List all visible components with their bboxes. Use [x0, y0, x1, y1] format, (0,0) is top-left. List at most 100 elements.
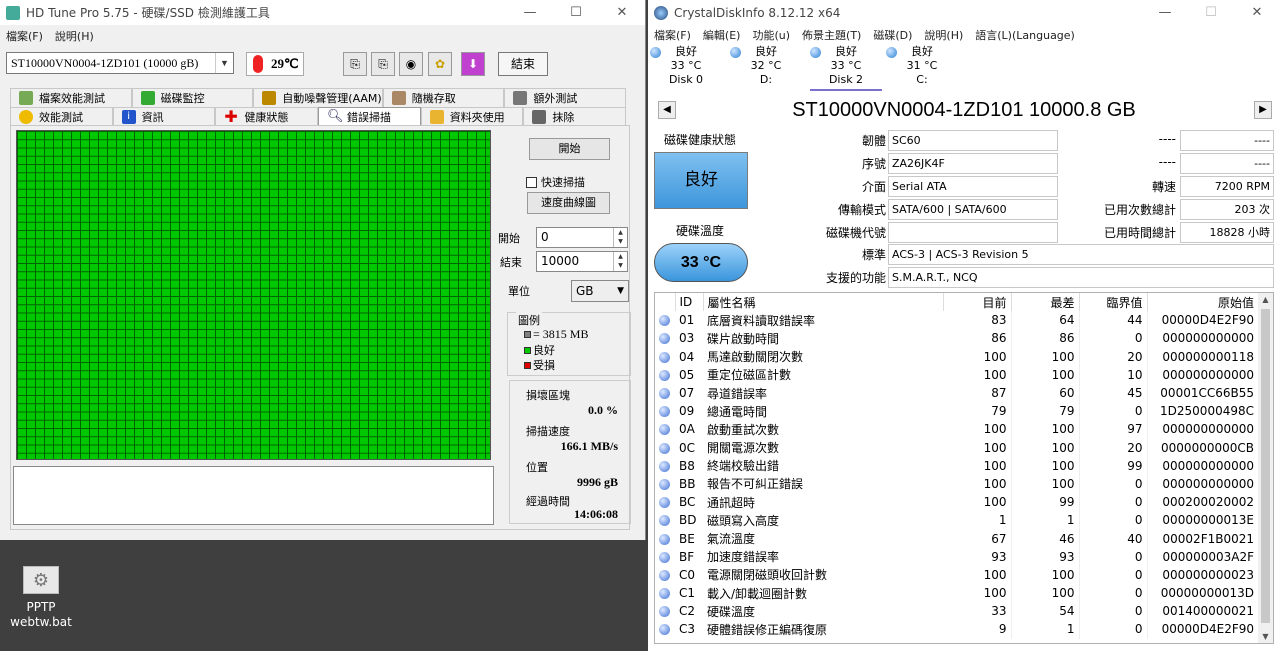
- maximize-button[interactable]: ☐: [1188, 0, 1234, 25]
- disk-tab-2[interactable]: 良好 33 °C Disk 2: [810, 45, 882, 91]
- maximize-button[interactable]: ☐: [553, 0, 599, 25]
- quick-scan-checkbox[interactable]: 快速掃描: [526, 174, 585, 190]
- smart-threshold: 45: [1079, 383, 1148, 403]
- tab-health[interactable]: ✚ 健康狀態: [215, 107, 319, 126]
- tab-benchmark[interactable]: 效能測試: [10, 107, 113, 126]
- column-header[interactable]: ID: [675, 293, 704, 312]
- disk-tab-3[interactable]: 良好 31 °C C:: [886, 45, 958, 91]
- column-header[interactable]: 臨界值: [1079, 293, 1148, 312]
- smart-table-panel: ID 屬性名稱 目前 最差 臨界值 原始值 01 底層資料讀取錯誤率 83 64 44 0…: [654, 292, 1274, 644]
- smart-status-cell: [655, 366, 675, 384]
- column-header[interactable]: 最差: [1011, 293, 1080, 312]
- smart-row[interactable]: B8 終端校驗出錯 100 100 99 000000000000: [655, 456, 1259, 475]
- smart-row[interactable]: 0A 啟動重試次數 100 100 97 000000000000: [655, 420, 1259, 439]
- smart-raw: 000000000118: [1147, 347, 1259, 366]
- tab-aam[interactable]: 自動噪聲管理(AAM): [253, 88, 383, 107]
- smart-row[interactable]: 04 馬達啟動關閉次數 100 100 20 000000000118: [655, 347, 1259, 366]
- prev-disk-button[interactable]: ◀: [658, 101, 676, 119]
- menu-theme[interactable]: 佈景主題(T): [796, 27, 867, 43]
- smart-worst: 100: [1011, 565, 1080, 584]
- drive-select[interactable]: ST10000VN0004-1ZD101 (10000 gB) ▼: [6, 52, 234, 74]
- status-column-header[interactable]: [655, 293, 676, 312]
- smart-row[interactable]: 05 重定位磁區計數 100 100 10 000000000000: [655, 365, 1259, 384]
- close-button[interactable]: ✕: [599, 0, 645, 25]
- tab-file-benchmark[interactable]: 檔案效能測試: [10, 88, 132, 107]
- menu-help[interactable]: 說明(H): [918, 27, 969, 43]
- smart-row[interactable]: BF 加速度錯誤率 93 93 0 000000003A2F: [655, 547, 1259, 566]
- copy-all-button[interactable]: ⎘: [371, 52, 395, 76]
- hdtune-window: HD Tune Pro 5.75 - 硬碟/SSD 檢測維護工具 — ☐ ✕ 檔…: [0, 0, 646, 540]
- thermometer-icon: [253, 55, 263, 73]
- hdtune-titlebar[interactable]: HD Tune Pro 5.75 - 硬碟/SSD 檢測維護工具 — ☐ ✕: [0, 0, 645, 25]
- menu-edit[interactable]: 編輯(E): [697, 27, 747, 43]
- smart-row[interactable]: 07 尋道錯誤率 87 60 45 00001CC66B55: [655, 383, 1259, 403]
- column-header[interactable]: 原始值: [1147, 293, 1259, 312]
- tab-disk-monitor[interactable]: 磁碟監控: [131, 88, 254, 107]
- menu-disk[interactable]: 磁碟(D): [867, 27, 918, 43]
- scroll-down-icon[interactable]: ▼: [1258, 632, 1273, 641]
- speaker-icon: [262, 91, 277, 105]
- desktop-icon-pptp[interactable]: ⚙ PPTP webtw.bat: [8, 566, 74, 630]
- tab-folder-usage[interactable]: 資料夾使用: [420, 107, 524, 126]
- smart-row[interactable]: BC 通訊超時 100 99 0 000200020002: [655, 493, 1259, 512]
- copy-text-button[interactable]: ⎘: [343, 52, 367, 76]
- scroll-thumb[interactable]: [1261, 309, 1270, 623]
- disk-temp: 33 °C: [830, 59, 862, 72]
- menu-file[interactable]: 檔案(F): [648, 27, 697, 43]
- menu-file[interactable]: 檔案(F): [0, 28, 49, 44]
- smart-raw: 0000000000CB: [1147, 438, 1259, 457]
- smart-id: 0C: [679, 440, 696, 455]
- column-header[interactable]: 屬性名稱: [703, 293, 944, 312]
- smart-row[interactable]: 0C 開關電源次數 100 100 20 0000000000CB: [655, 438, 1259, 457]
- start-scan-button[interactable]: 開始: [529, 138, 610, 160]
- next-disk-button[interactable]: ▶: [1254, 101, 1272, 119]
- smart-row[interactable]: BB 報告不可糾正錯誤 100 100 0 000000000000: [655, 474, 1259, 494]
- smart-row[interactable]: C3 硬體錯誤修正編碼復原 9 1 0 00000D4E2F90: [655, 620, 1259, 639]
- end-input[interactable]: 10000 ▲ ▼: [536, 251, 628, 272]
- minimize-button[interactable]: —: [507, 0, 553, 25]
- spinner-arrows-icon[interactable]: ▲ ▼: [613, 228, 627, 247]
- column-header[interactable]: 目前: [943, 293, 1012, 312]
- minimize-button[interactable]: —: [1142, 0, 1188, 25]
- smart-row[interactable]: C0 電源關閉磁頭收回計數 100 100 0 000000000023: [655, 565, 1259, 584]
- smart-row[interactable]: 09 總通電時間 79 79 0 1D250000498C: [655, 402, 1259, 421]
- lightbulb-icon: [19, 110, 33, 124]
- menu-language[interactable]: 語言(L)(Language): [969, 27, 1081, 43]
- smart-row[interactable]: C2 硬碟溫度 33 54 0 001400000021: [655, 602, 1259, 621]
- save-button[interactable]: ⬇: [461, 52, 485, 76]
- tab-extra-tests[interactable]: 額外測試: [504, 88, 626, 107]
- spinner-arrows-icon[interactable]: ▲ ▼: [613, 252, 627, 271]
- speed-curve-button[interactable]: 速度曲線圖: [527, 192, 610, 214]
- tab-erase[interactable]: 抹除: [523, 107, 627, 126]
- smart-attribute-name: 硬體錯誤修正編碼復原: [707, 622, 828, 637]
- smart-worst: 100: [1011, 456, 1080, 475]
- tab-info[interactable]: i 資訊: [112, 107, 216, 126]
- smart-row[interactable]: BE 氣流溫度 67 46 40 00002F1B0021: [655, 529, 1259, 548]
- disk-tab-0[interactable]: 良好 33 °C Disk 0: [650, 45, 722, 91]
- smart-current: 100: [943, 584, 1012, 603]
- smart-row[interactable]: C1 載入/卸載迴圈計數 100 100 0 00000000013D: [655, 584, 1259, 603]
- tab-error-scan[interactable]: 🔍︎ 錯誤掃描: [318, 107, 421, 126]
- start-input[interactable]: 0 ▲ ▼: [536, 227, 628, 248]
- close-button[interactable]: ✕: [1234, 0, 1280, 25]
- temperature-button[interactable]: 33 °C: [654, 243, 748, 282]
- smart-row[interactable]: 03 碟片啟動時間 86 86 0 000000000000: [655, 329, 1259, 348]
- drive-letter-value: [888, 222, 1058, 243]
- exit-button[interactable]: 結束: [498, 52, 548, 76]
- smart-scrollbar[interactable]: ▲ ▼: [1258, 293, 1273, 643]
- options-button[interactable]: ✿: [428, 52, 452, 76]
- menu-help[interactable]: 說明(H): [49, 28, 100, 44]
- monitor-icon: [140, 91, 155, 105]
- scroll-up-icon[interactable]: ▲: [1258, 295, 1273, 304]
- smart-row[interactable]: BD 磁頭寫入高度 1 1 0 00000000013E: [655, 511, 1259, 530]
- health-status-button[interactable]: 良好: [654, 152, 748, 209]
- unit-select[interactable]: GB ▼: [571, 280, 629, 302]
- speed-value: 166.1 MB/s: [560, 439, 618, 453]
- cdi-titlebar[interactable]: CrystalDiskInfo 8.12.12 x64 — ☐ ✕: [648, 0, 1280, 25]
- tab-random-access[interactable]: 隨機存取: [382, 88, 505, 107]
- disk-tab-1[interactable]: 良好 32 °C D:: [730, 45, 802, 91]
- menu-function[interactable]: 功能(u): [746, 27, 796, 43]
- speed-label: 掃描速度: [526, 425, 570, 438]
- screenshot-button[interactable]: ◉: [399, 52, 423, 76]
- smart-row[interactable]: 01 底層資料讀取錯誤率 83 64 44 00000D4E2F90: [655, 311, 1259, 330]
